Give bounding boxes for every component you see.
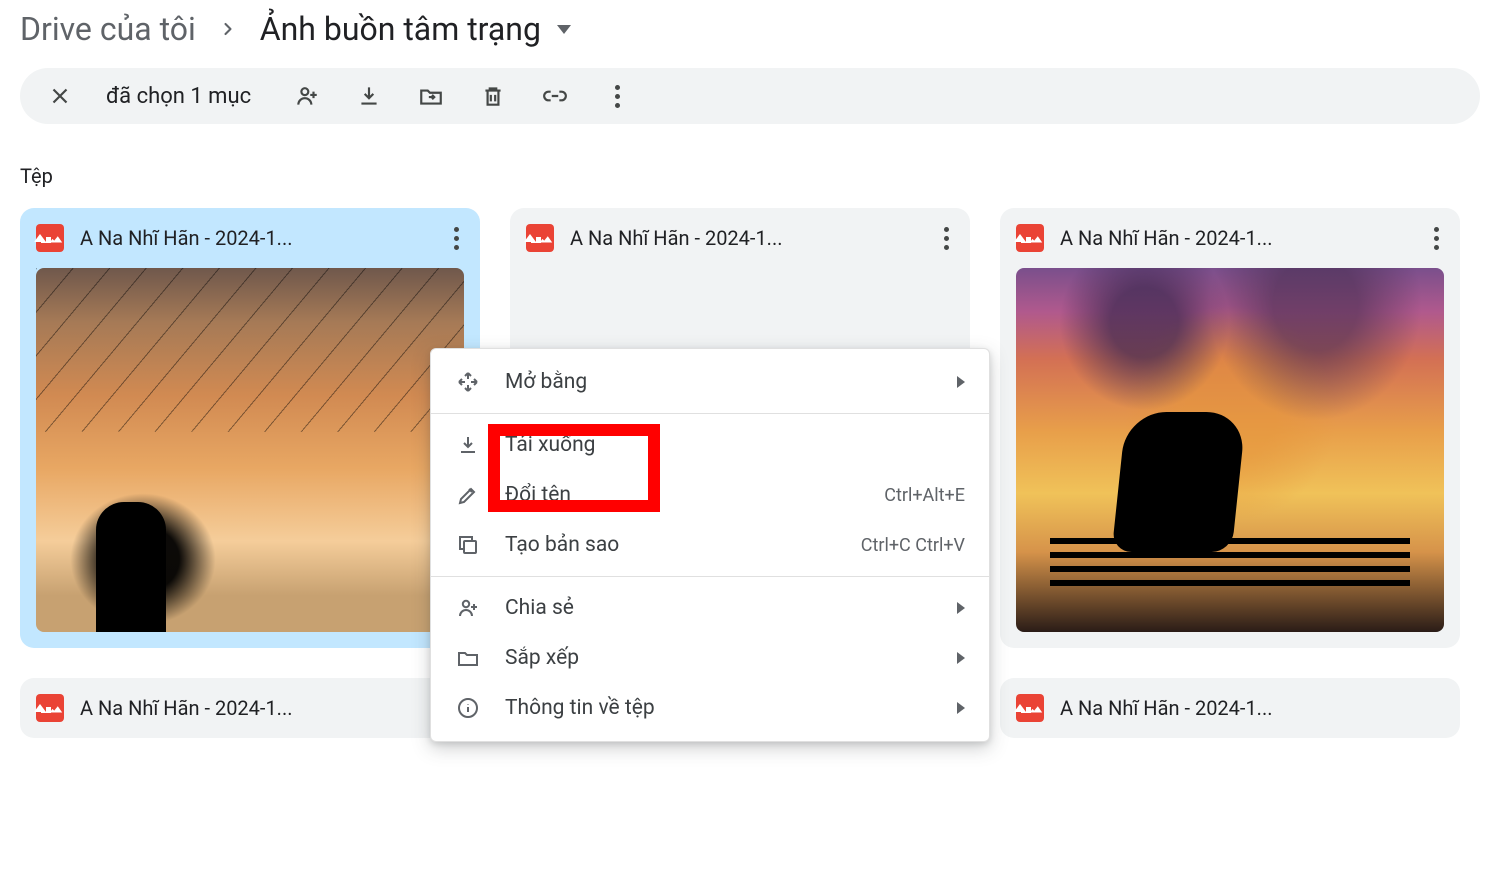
- file-card[interactable]: A Na Nhĩ Hãn - 2024-1...: [20, 208, 480, 648]
- more-actions-button[interactable]: [601, 80, 633, 112]
- menu-download[interactable]: Tải xuống: [431, 420, 989, 470]
- file-card-header: A Na Nhĩ Hãn - 2024-1...: [1000, 208, 1460, 268]
- file-more-button[interactable]: [1424, 227, 1448, 250]
- menu-label: Mở bằng: [505, 370, 933, 394]
- file-card-header: A Na Nhĩ Hãn - 2024-1...: [510, 208, 970, 268]
- image-file-icon: [1016, 224, 1044, 252]
- file-card[interactable]: A Na Nhĩ Hãn - 2024-1...: [1000, 678, 1460, 738]
- file-card-header: A Na Nhĩ Hãn - 2024-1...: [20, 678, 480, 738]
- download-button[interactable]: [353, 80, 385, 112]
- file-thumbnail[interactable]: [1016, 268, 1444, 632]
- selection-count-text: đã chọn 1 mục: [106, 84, 251, 109]
- image-file-icon: [1016, 694, 1044, 722]
- menu-file-info[interactable]: Thông tin về tệp: [431, 683, 989, 733]
- file-card-header: A Na Nhĩ Hãn - 2024-1...: [1000, 678, 1460, 738]
- image-file-icon: [526, 224, 554, 252]
- open-with-icon: [455, 369, 481, 395]
- submenu-caret-icon: [957, 652, 965, 664]
- close-selection-button[interactable]: [44, 80, 76, 112]
- file-thumbnail[interactable]: [36, 268, 464, 632]
- file-name: A Na Nhĩ Hãn - 2024-1...: [80, 696, 468, 720]
- caret-down-icon: [557, 25, 571, 34]
- trash-button[interactable]: [477, 80, 509, 112]
- download-icon: [455, 432, 481, 458]
- file-more-button[interactable]: [444, 227, 468, 250]
- file-name: A Na Nhĩ Hãn - 2024-1...: [1060, 696, 1448, 720]
- chevron-right-icon: [212, 19, 244, 39]
- menu-label: Đổi tên: [505, 483, 860, 507]
- menu-open-with[interactable]: Mở bằng: [431, 357, 989, 407]
- section-label-files: Tệp: [0, 164, 1500, 208]
- menu-label: Thông tin về tệp: [505, 696, 933, 720]
- submenu-caret-icon: [957, 702, 965, 714]
- menu-share[interactable]: Chia sẻ: [431, 583, 989, 633]
- rename-icon: [455, 482, 481, 508]
- menu-shortcut: Ctrl+C Ctrl+V: [861, 535, 965, 556]
- file-name: A Na Nhĩ Hãn - 2024-1...: [80, 226, 428, 250]
- info-icon: [455, 695, 481, 721]
- menu-organize[interactable]: Sắp xếp: [431, 633, 989, 683]
- menu-make-copy[interactable]: Tạo bản sao Ctrl+C Ctrl+V: [431, 520, 989, 570]
- submenu-caret-icon: [957, 602, 965, 614]
- image-file-icon: [36, 224, 64, 252]
- move-folder-button[interactable]: [415, 80, 447, 112]
- menu-label: Tải xuống: [505, 433, 965, 457]
- share-icon: [455, 595, 481, 621]
- selection-action-bar: đã chọn 1 mục: [20, 68, 1480, 124]
- image-file-icon: [36, 694, 64, 722]
- breadcrumb-current[interactable]: Ảnh buồn tâm trạng: [260, 10, 571, 48]
- submenu-caret-icon: [957, 376, 965, 388]
- share-user-button[interactable]: [291, 80, 323, 112]
- menu-label: Sắp xếp: [505, 646, 933, 670]
- menu-label: Tạo bản sao: [505, 533, 837, 557]
- breadcrumb: Drive của tôi Ảnh buồn tâm trạng: [0, 0, 1500, 68]
- breadcrumb-root[interactable]: Drive của tôi: [20, 10, 196, 48]
- file-more-button[interactable]: [934, 227, 958, 250]
- file-name: A Na Nhĩ Hãn - 2024-1...: [1060, 226, 1408, 250]
- menu-label: Chia sẻ: [505, 596, 933, 620]
- file-name: A Na Nhĩ Hãn - 2024-1...: [570, 226, 918, 250]
- menu-shortcut: Ctrl+Alt+E: [884, 485, 965, 506]
- file-card[interactable]: A Na Nhĩ Hãn - 2024-1...: [20, 678, 480, 738]
- breadcrumb-current-label: Ảnh buồn tâm trạng: [260, 10, 541, 48]
- file-card-header: A Na Nhĩ Hãn - 2024-1...: [20, 208, 480, 268]
- context-menu: Mở bằng Tải xuống Đổi tên Ctrl+Alt+E Tạo…: [430, 348, 990, 742]
- file-card[interactable]: A Na Nhĩ Hãn - 2024-1...: [1000, 208, 1460, 648]
- folder-icon: [455, 645, 481, 671]
- copy-icon: [455, 532, 481, 558]
- menu-rename[interactable]: Đổi tên Ctrl+Alt+E: [431, 470, 989, 520]
- link-button[interactable]: [539, 80, 571, 112]
